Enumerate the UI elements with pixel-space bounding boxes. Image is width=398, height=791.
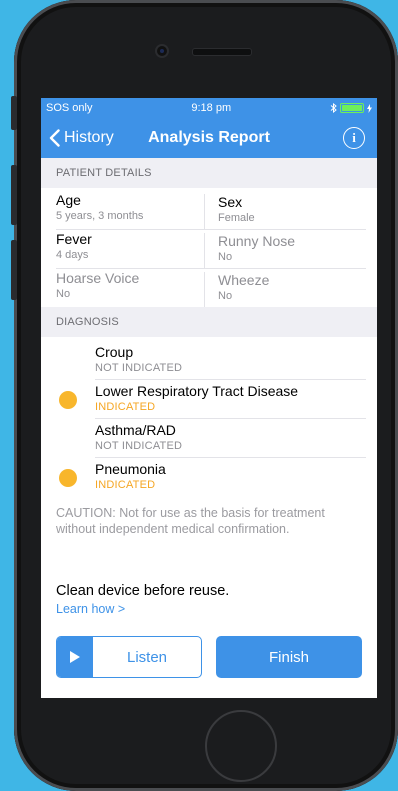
diagnosis-asthma: Asthma/RAD NOT INDICATED (41, 419, 377, 458)
mute-switch (11, 96, 17, 130)
home-button[interactable] (205, 710, 277, 782)
navigation-bar: History Analysis Report i (41, 118, 377, 158)
field-label: Wheeze (218, 272, 270, 288)
field-label: Runny Nose (218, 233, 296, 249)
field-label: Sex (218, 194, 243, 210)
status-icons (330, 103, 372, 113)
volume-up-button (11, 165, 17, 225)
field-label: Hoarse Voice (56, 270, 140, 286)
diagnosis-header: DIAGNOSIS (41, 307, 377, 337)
diagnosis-pneumonia: Pneumonia INDICATED (41, 458, 377, 497)
diagnosis-croup: Croup NOT INDICATED (41, 341, 377, 380)
indicated-dot-icon (59, 390, 77, 409)
finish-button[interactable]: Finish (216, 636, 362, 678)
hoarse-voice-field: Hoarse Voice No (56, 269, 204, 307)
field-value: No (56, 288, 71, 300)
clean-text: Clean device before reuse. (56, 583, 230, 599)
patient-details-header: PATIENT DETAILS (41, 158, 377, 188)
play-icon (57, 637, 93, 677)
back-button[interactable]: History (41, 129, 114, 147)
detail-row: Hoarse Voice No Wheeze No (56, 269, 366, 307)
field-label: Fever (56, 231, 92, 247)
listen-label: Listen (126, 648, 168, 666)
earpiece-speaker (192, 48, 252, 56)
clock: 9:18 pm (191, 102, 232, 114)
info-icon[interactable]: i (343, 127, 365, 149)
runny-nose-field: Runny Nose No (204, 233, 366, 268)
front-camera (157, 46, 167, 56)
field-value: No (218, 290, 233, 302)
sex-field: Sex Female (204, 194, 366, 229)
indicated-dot-icon (59, 468, 77, 487)
fever-field: Fever 4 days (56, 230, 204, 268)
detail-row: Fever 4 days Runny Nose No (56, 230, 366, 269)
diagnosis-name: Asthma/RAD (95, 421, 176, 438)
diagnosis-lrtd: Lower Respiratory Tract Disease INDICATE… (41, 380, 377, 419)
field-value: 4 days (56, 249, 89, 261)
diagnosis-status: INDICATED (95, 478, 156, 491)
learn-how-link[interactable]: Learn how > (56, 602, 229, 616)
clean-device-notice: Clean device before reuse. Learn how > (56, 583, 229, 616)
field-value: 5 years, 3 months (56, 210, 144, 222)
carrier-label: SOS only (46, 102, 93, 114)
age-field: Age 5 years, 3 months (56, 191, 204, 229)
status-bar: SOS only 9:18 pm (41, 98, 377, 118)
app-screen: SOS only 9:18 pm History Analysis Report… (41, 98, 377, 698)
diagnosis-list: Croup NOT INDICATED Lower Respiratory Tr… (41, 337, 377, 497)
field-value: No (218, 251, 233, 263)
listen-button[interactable]: Listen (56, 636, 202, 678)
diagnosis-name: Croup (95, 343, 134, 360)
bluetooth-icon (330, 103, 337, 113)
diagnosis-name: Pneumonia (95, 460, 166, 477)
detail-row: Age 5 years, 3 months Sex Female (56, 191, 366, 230)
volume-down-button (11, 240, 17, 300)
diagnosis-status: NOT INDICATED (95, 439, 183, 452)
charging-icon (367, 103, 372, 113)
field-label: Age (56, 192, 81, 208)
back-label: History (64, 129, 114, 146)
battery-icon (340, 103, 364, 113)
patient-details-list: Age 5 years, 3 months Sex Female Fever 4… (41, 188, 377, 307)
field-value: Female (218, 212, 255, 224)
action-buttons: Listen Finish (56, 636, 362, 678)
diagnosis-name: Lower Respiratory Tract Disease (95, 382, 299, 399)
diagnosis-status: INDICATED (95, 400, 156, 413)
diagnosis-status: NOT INDICATED (95, 361, 183, 374)
caution-text: CAUTION: Not for use as the basis for tr… (56, 506, 325, 536)
wheeze-field: Wheeze No (204, 272, 366, 307)
chevron-left-icon (49, 129, 60, 147)
